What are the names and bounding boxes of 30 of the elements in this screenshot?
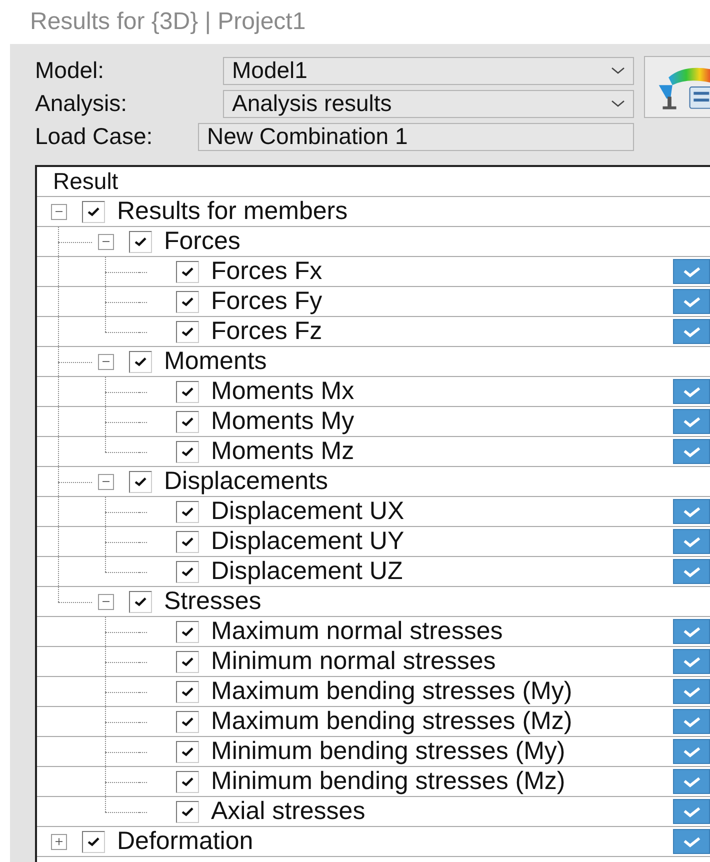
tree-item-label[interactable]: Forces Fx [211, 257, 673, 286]
tree-item-label[interactable]: Maximum normal stresses [211, 617, 673, 646]
dropdown[interactable]: Analysis results [223, 90, 634, 118]
tree-item-label[interactable]: Moments Mx [211, 377, 673, 406]
tree-item-label[interactable]: Displacement UZ [211, 557, 673, 586]
tree-item-label[interactable]: Minimum bending stresses (My) [211, 737, 673, 766]
field-label: Load Case: [35, 123, 154, 150]
tree-item-label[interactable]: Displacements [164, 467, 710, 496]
text-field[interactable]: New Combination 1 [198, 122, 634, 150]
field-label: Model: [35, 57, 106, 84]
tree-item-label[interactable]: Moments My [211, 407, 673, 436]
tree-item-label[interactable]: Forces Fz [211, 317, 673, 346]
tree-item-label[interactable]: Stresses [164, 587, 710, 616]
tree-item-label[interactable]: Minimum bending stresses (Mz) [211, 767, 673, 796]
tree-item-label[interactable]: Forces Fy [211, 287, 673, 316]
column-header: Result [37, 167, 710, 197]
tree-item-label[interactable]: Forces [164, 227, 710, 256]
tree-item-label[interactable]: Maximum bending stresses (Mz) [211, 707, 673, 736]
tree-item-label[interactable]: Deformation [117, 827, 673, 856]
tree-item-label[interactable]: Displacement UX [211, 497, 673, 526]
tree-item-label[interactable]: Axial stresses [211, 797, 673, 826]
tree-item-label[interactable]: Results for members [117, 197, 710, 226]
tree-item-label[interactable]: Moments Mz [211, 437, 673, 466]
field-label: Analysis: [35, 90, 128, 117]
tree-item-label[interactable]: Maximum bending stresses (My) [211, 677, 673, 706]
window-title: Results for {3D} | Project1 [29, 7, 307, 37]
tree-item-label[interactable]: Displacement UY [211, 527, 673, 556]
tree-item-label[interactable]: Moments [164, 347, 710, 376]
dropdown[interactable]: Model1 [223, 56, 634, 84]
tree-item-label[interactable]: Minimum normal stresses [211, 647, 673, 676]
